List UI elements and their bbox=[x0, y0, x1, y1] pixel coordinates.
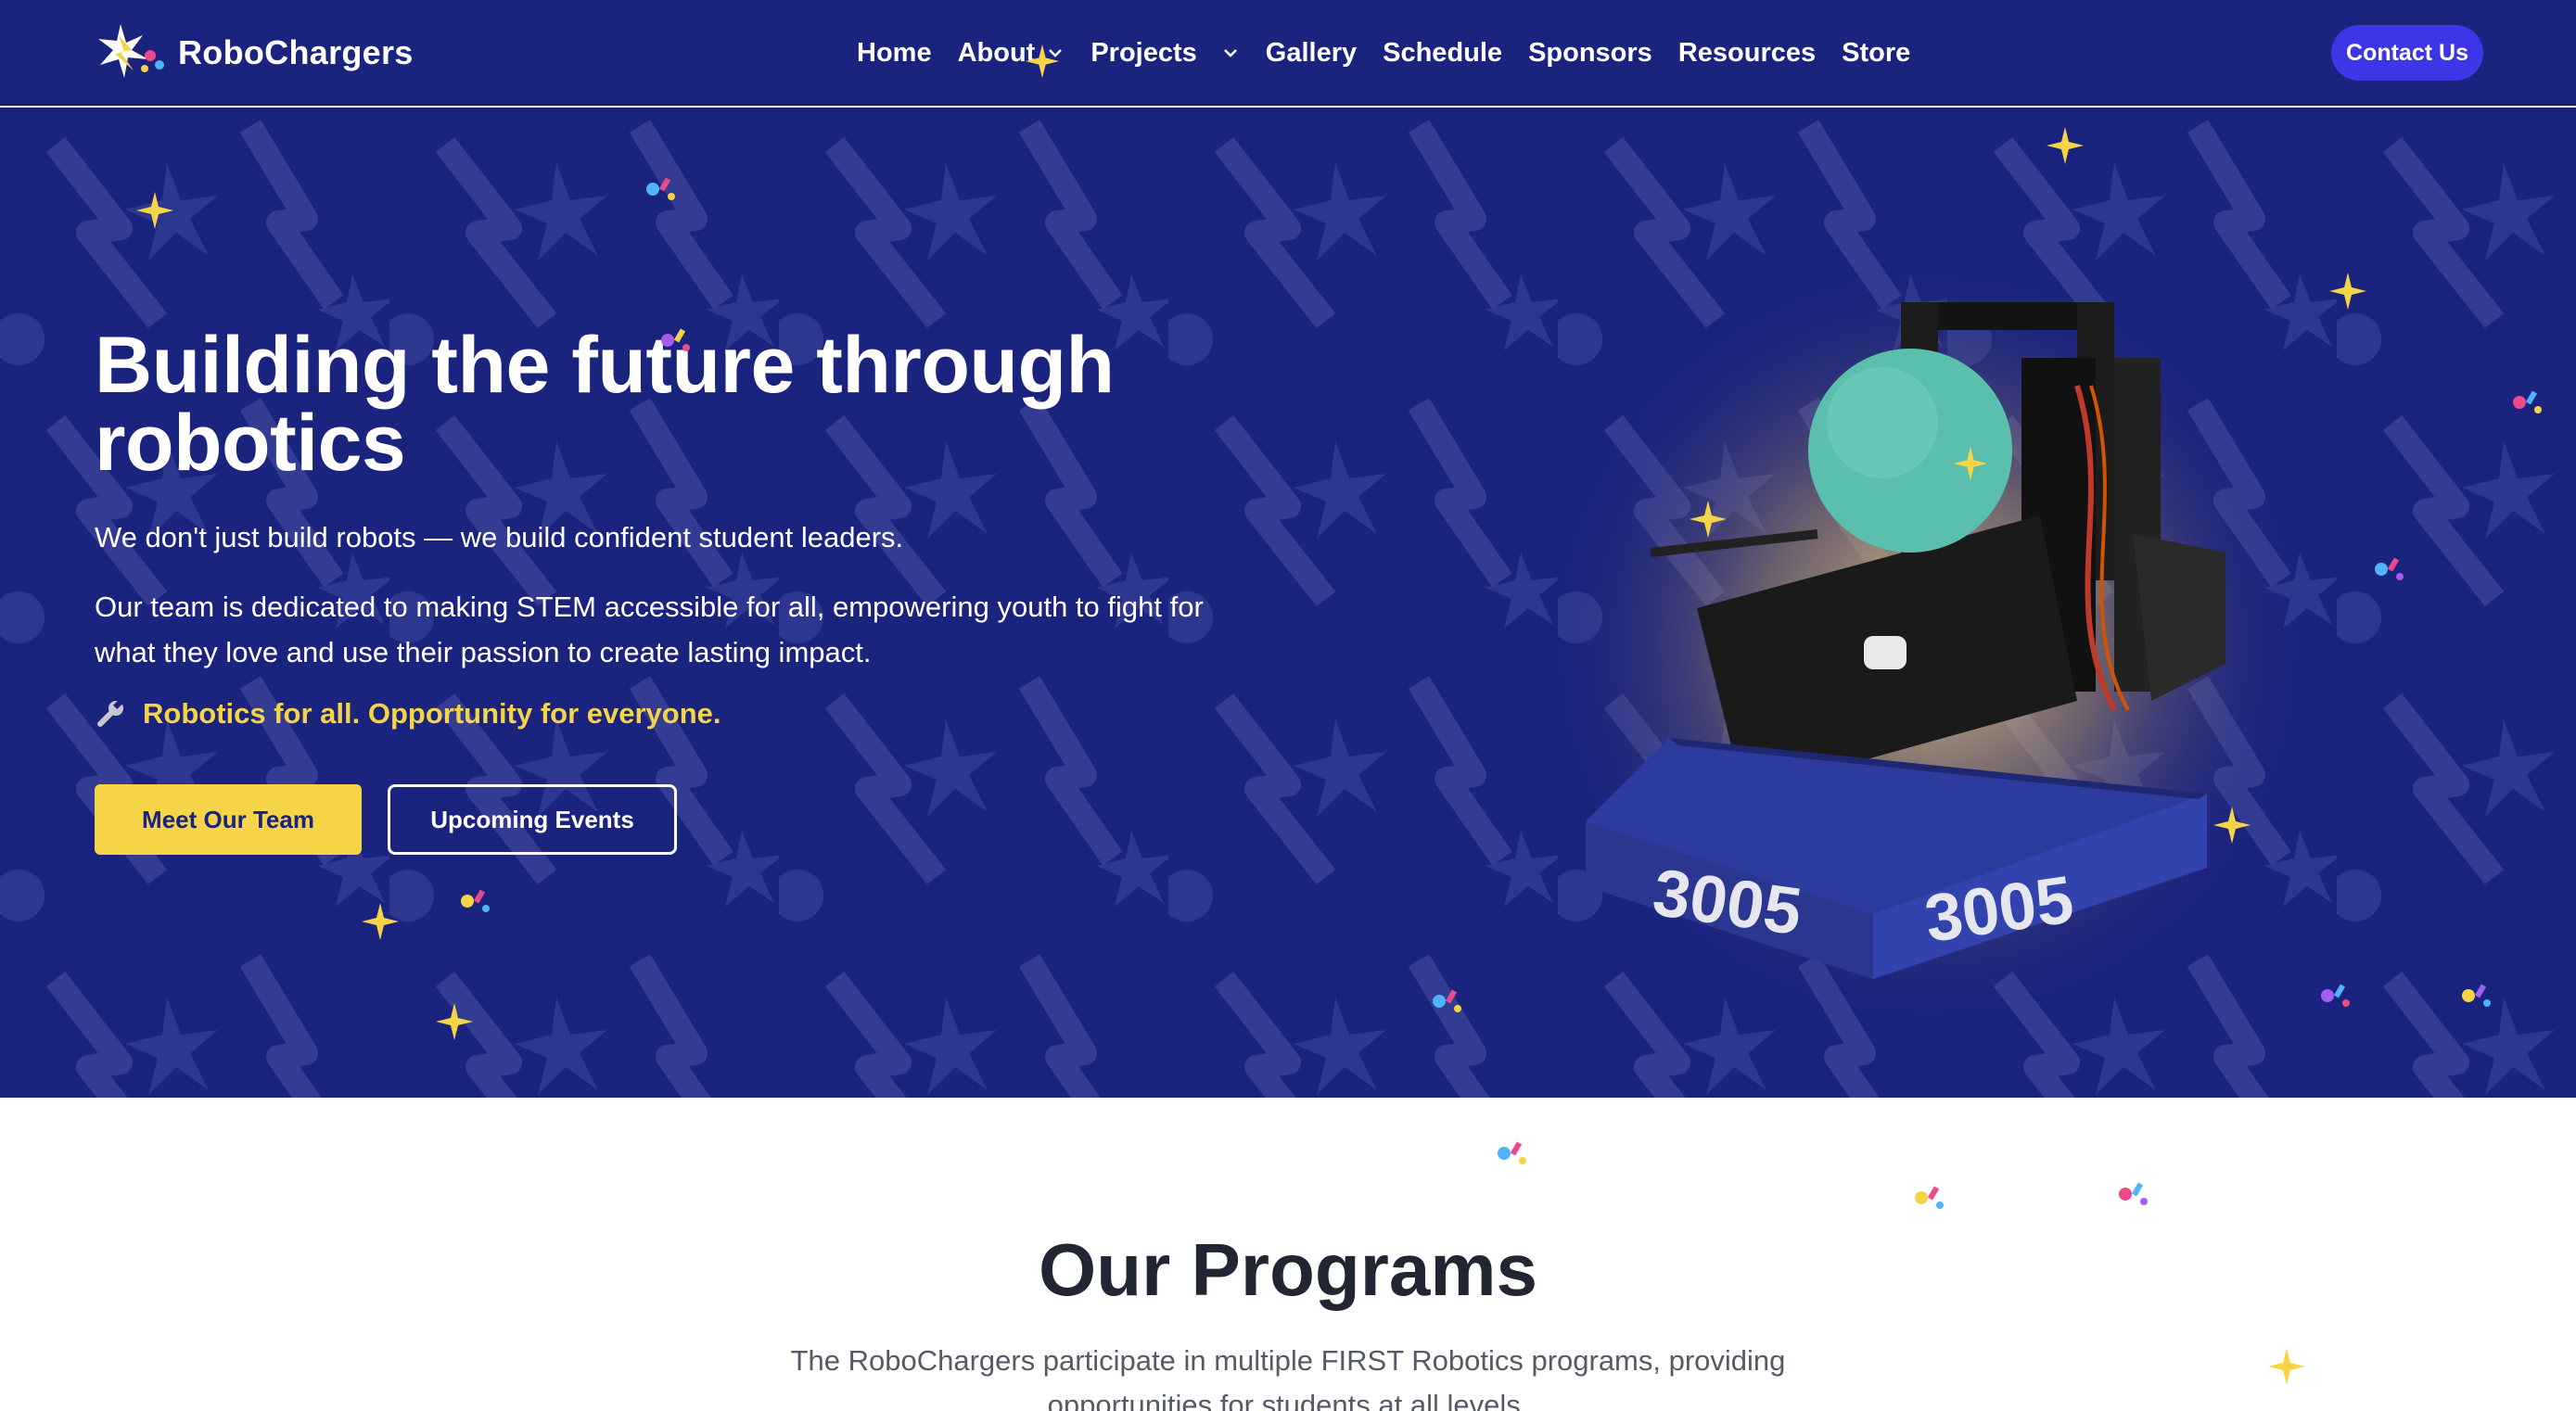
wrench-icon bbox=[97, 700, 123, 727]
confetti-icon bbox=[2375, 557, 2404, 580]
hero-text: Building the future through robotics We … bbox=[95, 325, 1300, 855]
robot-photo: 3005 3005 bbox=[1586, 302, 2225, 979]
hero-title: Building the future through robotics bbox=[95, 325, 1300, 483]
confetti-icon bbox=[2513, 390, 2542, 413]
sparkle-icon bbox=[1953, 446, 1988, 481]
hero-body: Our team is dedicated to making STEM acc… bbox=[95, 591, 1204, 668]
nav-resources[interactable]: Resources bbox=[1678, 38, 1816, 69]
nav-projects[interactable]: Projects bbox=[1090, 38, 1239, 69]
sparkle-icon bbox=[436, 1003, 473, 1040]
chevron-down-icon bbox=[1223, 49, 1237, 57]
confetti-icon bbox=[2119, 1182, 2148, 1205]
sparkle-icon bbox=[362, 903, 399, 940]
meet-our-team-button[interactable]: Meet Our Team bbox=[95, 784, 362, 855]
sparkle-icon bbox=[2213, 807, 2251, 844]
main-menu: Home About Projects Gallery Schedule Spo… bbox=[857, 0, 1936, 106]
nav-sponsors-label: Sponsors bbox=[1528, 37, 1652, 68]
nav-sponsors[interactable]: Sponsors bbox=[1528, 38, 1652, 69]
confetti-icon bbox=[661, 328, 690, 351]
hero-section: Building the future through robotics We … bbox=[0, 108, 2576, 1098]
nav-store[interactable]: Store bbox=[1842, 38, 1910, 69]
brand-name: RoboChargers bbox=[178, 33, 414, 71]
confetti-icon bbox=[2462, 984, 2491, 1007]
nav-home-label: Home bbox=[857, 37, 932, 68]
nav-store-label: Store bbox=[1842, 37, 1911, 68]
hero-title-line1: Building the future through bbox=[95, 321, 1115, 410]
hero-tagline: Robotics for all. Opportunity for everyo… bbox=[95, 697, 1300, 731]
confetti-icon bbox=[646, 177, 675, 200]
confetti-icon bbox=[1433, 989, 1461, 1012]
nav-schedule[interactable]: Schedule bbox=[1383, 38, 1502, 69]
top-navbar: RoboChargers Home About Projects Gallery… bbox=[0, 0, 2576, 106]
upcoming-events-button[interactable]: Upcoming Events bbox=[388, 784, 677, 855]
confetti-icon bbox=[1915, 1186, 1944, 1209]
nav-schedule-label: Schedule bbox=[1383, 37, 1503, 68]
programs-title: Our Programs bbox=[1039, 1228, 1537, 1311]
sparkle-icon bbox=[2047, 127, 2084, 164]
hero-subtitle: We don't just build robots — we build co… bbox=[95, 521, 904, 553]
hero-title-line2: robotics bbox=[95, 399, 406, 488]
confetti-icon bbox=[2321, 984, 2350, 1007]
nav-gallery[interactable]: Gallery bbox=[1266, 38, 1357, 69]
confetti-icon bbox=[461, 889, 490, 912]
programs-section: Our Programs The RoboChargers participat… bbox=[0, 1098, 2576, 1411]
sparkle-icon bbox=[2329, 273, 2366, 310]
contact-us-button[interactable]: Contact Us bbox=[2331, 25, 2483, 81]
sparkle-icon bbox=[136, 192, 173, 229]
programs-description: The RoboChargers participate in multiple… bbox=[790, 1344, 1786, 1411]
nav-projects-label: Projects bbox=[1090, 37, 1197, 68]
confetti-icon bbox=[1498, 1141, 1526, 1164]
nav-home[interactable]: Home bbox=[857, 38, 932, 69]
sparkle-icon bbox=[1025, 44, 1060, 79]
hero-tagline-text: Robotics for all. Opportunity for everyo… bbox=[143, 697, 721, 730]
hero-cta-row: Meet Our Team Upcoming Events bbox=[95, 784, 1300, 855]
nav-resources-label: Resources bbox=[1677, 37, 1817, 68]
brand-link[interactable]: RoboChargers bbox=[93, 19, 414, 87]
sparkle-icon bbox=[2268, 1348, 2305, 1385]
sparkle-icon bbox=[1690, 501, 1727, 538]
nav-gallery-label: Gallery bbox=[1265, 37, 1358, 68]
robochargers-logo-icon bbox=[98, 24, 164, 78]
